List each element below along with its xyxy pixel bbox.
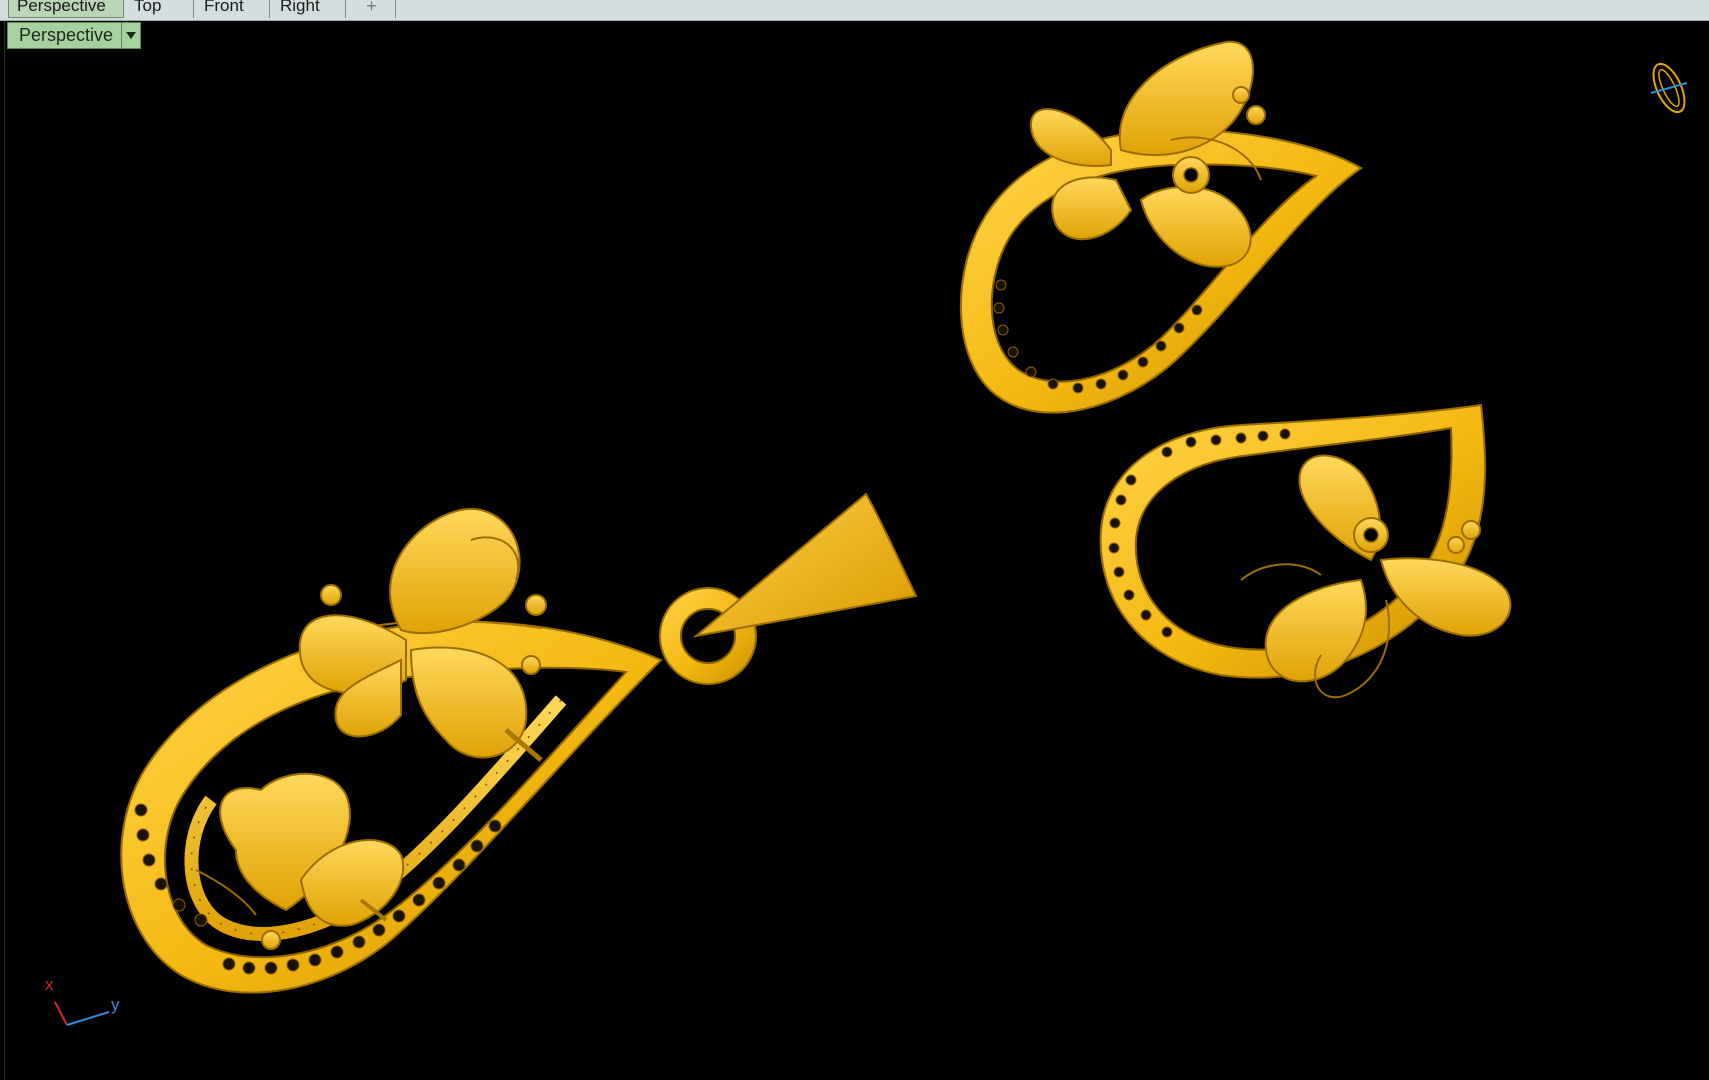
tab-right[interactable]: Right: [272, 0, 346, 18]
tab-perspective[interactable]: Perspective: [8, 0, 124, 18]
perspective-viewport[interactable]: x y Perspective: [4, 21, 1709, 1080]
chevron-down-icon[interactable]: [121, 23, 140, 48]
axis-triad: x y: [45, 975, 120, 1026]
viewport-title[interactable]: Perspective: [8, 23, 121, 48]
axis-x-label: x: [45, 975, 54, 994]
viewport-tab-bar: Perspective Top Front Right +: [0, 0, 1709, 21]
pendant-model[interactable]: [120, 492, 918, 994]
tab-top[interactable]: Top: [126, 0, 194, 18]
viewport-title-dropdown[interactable]: Perspective: [7, 22, 142, 49]
render-scene: x y: [45, 40, 1691, 1026]
tab-front[interactable]: Front: [196, 0, 270, 18]
view-rotate-icon[interactable]: [1647, 59, 1691, 116]
add-viewport-tab-button[interactable]: +: [348, 0, 396, 18]
plus-icon: +: [366, 0, 377, 16]
axis-y-label: y: [111, 995, 120, 1014]
earring-top-model[interactable]: [959, 40, 1363, 414]
rhino-window: Perspective Top Front Right + x y Perspe…: [0, 0, 1709, 1080]
earring-right-model[interactable]: [1099, 403, 1512, 699]
